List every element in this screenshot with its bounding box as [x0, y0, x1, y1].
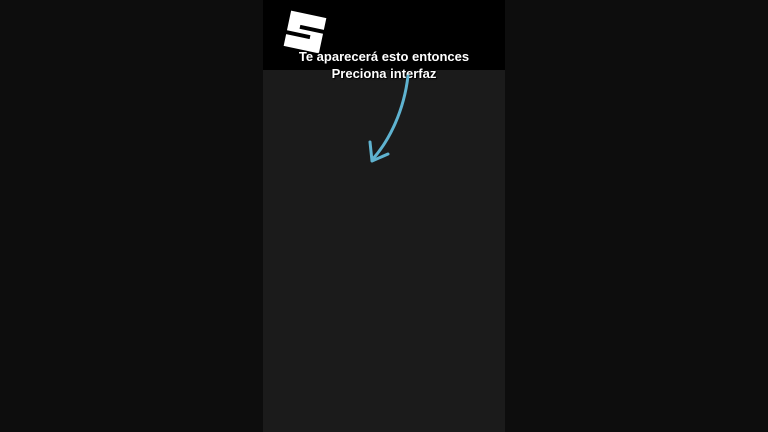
right-letterbox [505, 0, 768, 432]
arrow-down-left-icon [368, 74, 410, 163]
video-frame: Te aparecerá esto entonces Preciona inte… [0, 0, 768, 432]
left-letterbox [0, 0, 263, 432]
caption-line-1: Te aparecerá esto entonces [298, 49, 470, 64]
